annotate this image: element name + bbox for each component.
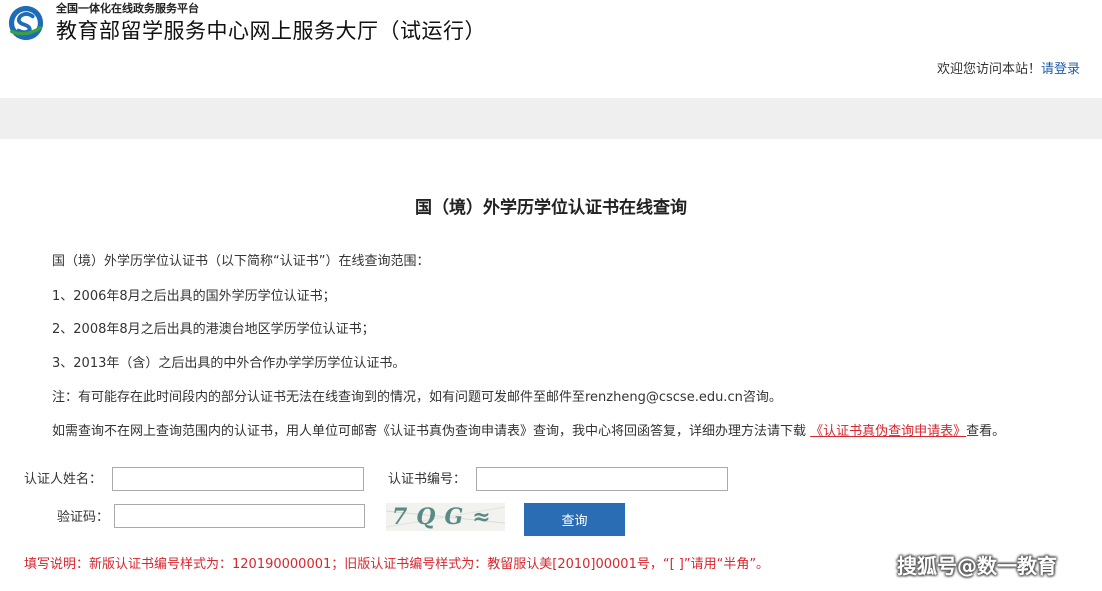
gov-service-logo-icon xyxy=(8,5,44,41)
certificate-number-label: 认证书编号： xyxy=(388,472,467,487)
captcha-image[interactable]: 7QG≈ xyxy=(386,503,505,531)
site-title: 教育部留学服务中心网上服务大厅（试运行） xyxy=(56,19,486,43)
holder-name-input[interactable] xyxy=(112,467,364,491)
welcome-text: 欢迎您访问本站！ xyxy=(936,62,1041,77)
certificate-number-input[interactable] xyxy=(476,467,728,491)
scope-item-3: 3、2013年（含）之后出具的中外合作办学学历学位认证书。 xyxy=(52,356,406,371)
nav-bar xyxy=(0,98,1102,139)
mail-note-tail: 查看。 xyxy=(966,424,1006,439)
mail-note: 如需查询不在网上查询范围内的认证书，用人单位可邮寄《认证书真伪查询申请表》查询，… xyxy=(24,423,1064,441)
welcome-area: 欢迎您访问本站！请登录 xyxy=(937,61,1080,79)
fill-instructions: 填写说明：新版认证书编号样式为：120190000001；旧版认证书编号样式为：… xyxy=(24,557,770,572)
platform-name: 全国一体化在线政务服务平台 xyxy=(56,2,199,15)
header: 全国一体化在线政务服务平台 教育部留学服务中心网上服务大厅（试运行） 欢迎您访问… xyxy=(0,0,1102,98)
mail-note-text: 如需查询不在网上查询范围内的认证书，用人单位可邮寄《认证书真伪查询申请表》查询，… xyxy=(52,424,807,439)
watermark: 搜狐号@数一教育 xyxy=(897,554,1057,578)
captcha-input[interactable] xyxy=(114,504,365,528)
query-button[interactable]: 查询 xyxy=(524,503,625,536)
intro-text: 国（境）外学历学位认证书（以下简称“认证书”）在线查询范围： xyxy=(52,254,430,269)
scope-item-1: 1、2006年8月之后出具的国外学历学位认证书； xyxy=(52,289,336,304)
login-link[interactable]: 请登录 xyxy=(1041,62,1080,77)
page-title: 国（境）外学历学位认证书在线查询 xyxy=(415,198,687,218)
email-note: 注：有可能存在此时间段内的部分认证书无法在线查询到的情况，如有问题可发邮件至邮件… xyxy=(52,390,782,405)
scope-item-2: 2、2008年8月之后出具的港澳台地区学历学位认证书； xyxy=(52,322,375,337)
application-form-download-link[interactable]: 《认证书真伪查询申请表》 xyxy=(810,424,966,439)
captcha-label: 验证码： xyxy=(57,510,110,525)
holder-name-label: 认证人姓名： xyxy=(24,472,103,487)
captcha-text: 7QG≈ xyxy=(392,504,500,530)
